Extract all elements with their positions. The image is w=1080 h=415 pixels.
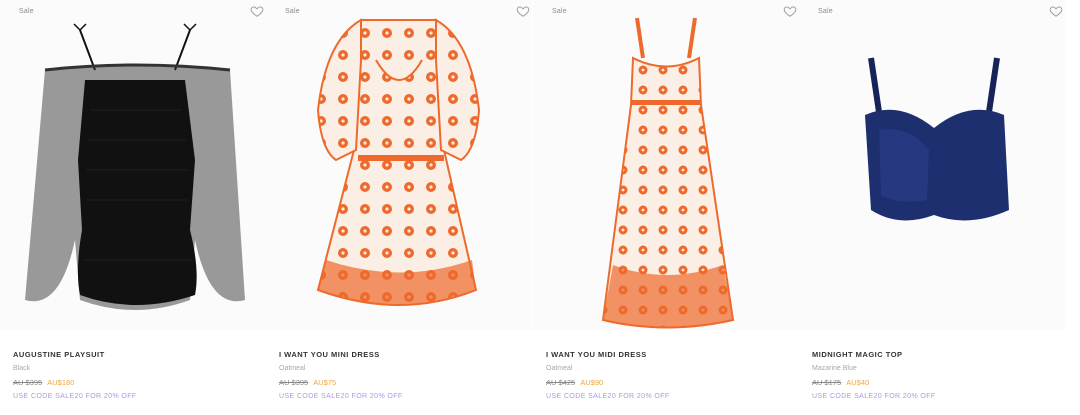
sale-price: AU$90 bbox=[580, 378, 604, 387]
product-price: AU $175 AU$40 bbox=[812, 378, 1062, 387]
heart-icon[interactable] bbox=[1049, 4, 1063, 18]
product-color: Oatmeal bbox=[546, 365, 573, 372]
original-price: AU $395 bbox=[13, 378, 43, 387]
original-price: AU $395 bbox=[279, 378, 309, 387]
heart-icon[interactable] bbox=[783, 4, 797, 18]
product-image[interactable]: Sale bbox=[533, 0, 799, 330]
product-image[interactable]: Sale bbox=[0, 0, 266, 330]
product-image[interactable]: Sale bbox=[799, 0, 1065, 330]
heart-icon[interactable] bbox=[516, 4, 530, 18]
sale-price: AU$40 bbox=[846, 378, 870, 387]
product-info: AUGUSTINE PLAYSUIT Black AU $395 AU$180 … bbox=[13, 350, 263, 400]
original-price: AU $425 bbox=[546, 378, 576, 387]
promo-code-text: USE CODE SALE20 FOR 20% OFF bbox=[546, 393, 670, 400]
product-color: Oatmeal bbox=[279, 365, 306, 372]
product-info: MIDNIGHT MAGIC TOP Mazarine Blue AU $175… bbox=[812, 350, 1062, 400]
product-card[interactable]: Sale MIDNIGHT MAGIC TOP Mazarine Blue AU… bbox=[799, 0, 1065, 415]
playsuit-image bbox=[25, 23, 245, 310]
product-name[interactable]: I WANT YOU MINI DRESS bbox=[279, 350, 529, 359]
product-color: Mazarine Blue bbox=[812, 365, 857, 372]
promo-code-text: USE CODE SALE20 FOR 20% OFF bbox=[13, 393, 137, 400]
product-color: Black bbox=[13, 365, 31, 372]
mini-dress-image bbox=[316, 18, 481, 306]
product-name[interactable]: AUGUSTINE PLAYSUIT bbox=[13, 350, 263, 359]
sale-badge: Sale bbox=[19, 8, 34, 15]
sale-badge: Sale bbox=[818, 8, 833, 15]
sale-badge: Sale bbox=[552, 8, 567, 15]
product-info: I WANT YOU MIDI DRESS Oatmeal AU $425 AU… bbox=[546, 350, 796, 400]
product-card[interactable]: Sale AUGUSTINE PLAYSUIT Black AU $395 AU… bbox=[0, 0, 266, 415]
product-price: AU $425 AU$90 bbox=[546, 378, 796, 387]
sale-price: AU$75 bbox=[313, 378, 337, 387]
heart-icon[interactable] bbox=[250, 4, 264, 18]
sale-badge: Sale bbox=[285, 8, 300, 15]
product-price: AU $395 AU$180 bbox=[13, 378, 263, 387]
original-price: AU $175 bbox=[812, 378, 842, 387]
product-image[interactable]: Sale bbox=[266, 0, 532, 330]
product-grid: Sale AUGUSTINE PLAYSUIT Black AU $395 AU… bbox=[0, 0, 1080, 415]
product-price: AU $395 AU$75 bbox=[279, 378, 529, 387]
product-name[interactable]: MIDNIGHT MAGIC TOP bbox=[812, 350, 1062, 359]
promo-code-text: USE CODE SALE20 FOR 20% OFF bbox=[812, 393, 936, 400]
product-info: I WANT YOU MINI DRESS Oatmeal AU $395 AU… bbox=[279, 350, 529, 400]
top-image bbox=[865, 57, 1009, 221]
product-name[interactable]: I WANT YOU MIDI DRESS bbox=[546, 350, 796, 359]
sale-price: AU$180 bbox=[47, 378, 75, 387]
product-card[interactable]: Sale I WANT YOU MIDI DRESS Oatmeal AU $4… bbox=[533, 0, 799, 415]
product-card[interactable]: Sale I WANT YOU MINI DRESS Oatmeal AU $3… bbox=[266, 0, 532, 415]
midi-dress-image bbox=[601, 17, 735, 329]
promo-code-text: USE CODE SALE20 FOR 20% OFF bbox=[279, 393, 403, 400]
